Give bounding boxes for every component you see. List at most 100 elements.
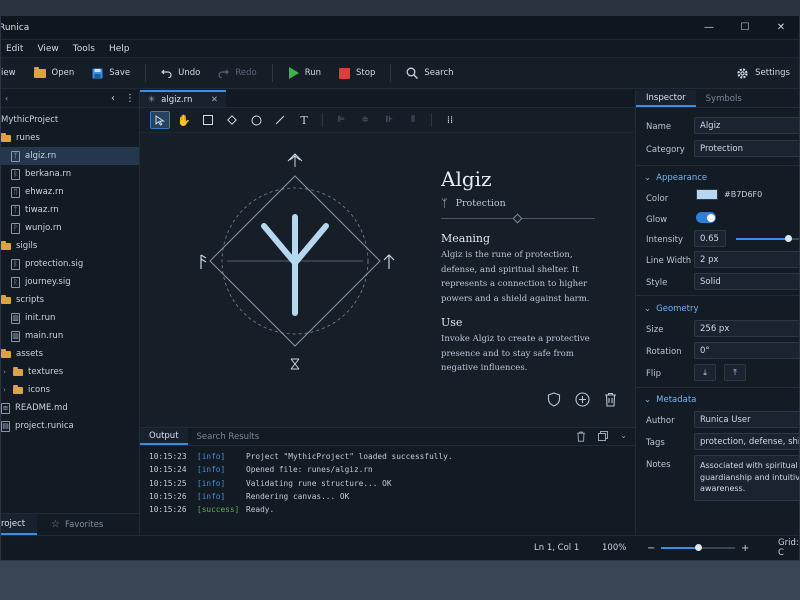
align-left-tool[interactable]: ⊫	[331, 111, 351, 129]
tree-item-label: main.run	[25, 331, 64, 341]
minimize-button[interactable]: —	[691, 16, 727, 40]
tree-file[interactable]: ▥ main.run	[1, 327, 139, 345]
menu-view[interactable]: View	[30, 44, 65, 54]
tree-file[interactable]: ᛒ berkana.rn	[1, 165, 139, 183]
distribute-tool[interactable]: ⫴	[403, 111, 423, 129]
chevron-down-icon: ⌄	[644, 173, 652, 183]
settings-button[interactable]: Settings	[727, 58, 799, 88]
notes-field[interactable]: Associated with spiritual guardianship a…	[694, 455, 799, 501]
tree-file[interactable]: ≡ README.md	[1, 399, 139, 417]
zoom-slider[interactable]	[661, 544, 735, 551]
zoom-out-icon[interactable]: −	[647, 543, 655, 554]
select-tool[interactable]	[150, 111, 170, 129]
chevron-down-icon[interactable]: ⌄	[620, 431, 627, 442]
tree-folder[interactable]: runes	[1, 129, 139, 147]
file-icon: ▥	[11, 330, 20, 342]
tree-file[interactable]: ▥ init.run	[1, 309, 139, 327]
align-center-tool[interactable]: ≑	[355, 111, 375, 129]
algiz-rune-drawing[interactable]	[195, 151, 395, 381]
intensity-field[interactable]: 0.65	[694, 230, 726, 247]
new-button[interactable]: iew	[1, 58, 25, 88]
geometry-section-header[interactable]: ⌄ Geometry	[644, 304, 699, 314]
search-button[interactable]: Search	[397, 58, 462, 88]
tree-folder[interactable]: assets	[1, 345, 139, 363]
trash-icon[interactable]	[604, 392, 617, 407]
rectangle-tool[interactable]	[198, 111, 218, 129]
save-button[interactable]: Save	[83, 58, 139, 88]
open-button[interactable]: Open	[25, 58, 84, 88]
category-select[interactable]: Protection	[694, 140, 799, 157]
new-label: iew	[1, 68, 16, 78]
flip-vertical-button[interactable]: ⤓	[694, 364, 716, 381]
text-tool[interactable]: T	[294, 111, 314, 129]
zoom-knob[interactable]	[694, 544, 702, 551]
grid-tool[interactable]: ⁞⁞	[440, 111, 460, 129]
redo-button[interactable]: Redo	[209, 58, 265, 88]
rotation-field[interactable]: 0°	[694, 342, 799, 359]
line-tool[interactable]	[270, 111, 290, 129]
tab-search-results[interactable]: Search Results	[188, 428, 269, 445]
menu-help[interactable]: Help	[102, 44, 137, 54]
align-right-tool[interactable]: ⊪	[379, 111, 399, 129]
undo-button[interactable]: Undo	[152, 58, 209, 88]
size-field[interactable]: 256 px	[694, 320, 799, 337]
shield-icon[interactable]	[547, 392, 561, 407]
tree-item-label: berkana.rn	[25, 169, 72, 179]
run-button[interactable]: Run	[279, 58, 330, 88]
meaning-text: Algiz is the rune of protection, defense…	[441, 250, 590, 304]
tree-file[interactable]: ᚹ wunjo.rn	[1, 219, 139, 237]
tags-field[interactable]: protection, defense, shield	[694, 433, 799, 450]
appearance-section-header[interactable]: ⌄ Appearance	[644, 173, 707, 183]
tree-file[interactable]: ▤ project.runica	[1, 417, 139, 435]
chevron-left-icon[interactable]: ‹	[111, 93, 115, 104]
intensity-slider[interactable]	[736, 235, 799, 242]
menu-tools[interactable]: Tools	[66, 44, 102, 54]
copy-icon[interactable]	[598, 431, 609, 441]
tree-file[interactable]: ᛖ ehwaz.rn	[1, 183, 139, 201]
project-root[interactable]: MythicProject	[1, 111, 139, 129]
sidebar-collapse-icon[interactable]: ‹	[5, 94, 8, 103]
tree-file[interactable]: ᛏ tiwaz.rn	[1, 201, 139, 219]
play-icon	[288, 67, 299, 79]
zoom-in-icon[interactable]: +	[741, 543, 749, 554]
rune-canvas[interactable]: Algiz ᛉ Protection Meaning Algiz is the …	[140, 133, 635, 428]
maximize-button[interactable]: ☐	[727, 16, 763, 40]
stop-button[interactable]: Stop	[330, 58, 384, 88]
line-icon	[275, 115, 285, 125]
tree-file[interactable]: ᛉ algiz.rn	[1, 147, 139, 165]
tab-project-label: roject	[1, 518, 26, 529]
chevron-right-icon[interactable]: ›	[1, 368, 8, 376]
more-vertical-icon[interactable]: ⋮	[125, 93, 135, 104]
diamond-tool[interactable]	[222, 111, 242, 129]
color-picker[interactable]: #B7D6F0	[696, 189, 762, 200]
tree-file[interactable]: ᛒ protection.sig	[1, 255, 139, 273]
add-circle-icon[interactable]	[575, 392, 590, 407]
tab-favorites[interactable]: ☆ Favorites	[37, 514, 111, 535]
tab-output[interactable]: Output	[140, 428, 188, 445]
name-field[interactable]: Algiz	[694, 117, 799, 134]
chevron-right-icon[interactable]: ›	[1, 386, 8, 394]
clear-output-icon[interactable]	[576, 431, 586, 442]
pan-tool[interactable]: ✋	[174, 111, 194, 129]
intensity-knob[interactable]	[784, 235, 792, 242]
tab-algiz[interactable]: ✳ algiz.rn ✕	[140, 90, 226, 107]
tree-folder[interactable]: sigils	[1, 237, 139, 255]
metadata-section-header[interactable]: ⌄ Metadata	[644, 395, 696, 405]
close-window-button[interactable]: ✕	[763, 16, 799, 40]
close-tab-icon[interactable]: ✕	[211, 95, 218, 105]
tab-project[interactable]: roject	[1, 514, 37, 535]
circle-tool[interactable]	[246, 111, 266, 129]
style-select[interactable]: Solid	[694, 273, 799, 290]
color-value: #B7D6F0	[724, 190, 763, 199]
flip-horizontal-button[interactable]: ⤒	[724, 364, 746, 381]
author-field[interactable]: Runica User	[694, 411, 799, 428]
tree-file[interactable]: ᚱ journey.sig	[1, 273, 139, 291]
menu-edit[interactable]: Edit	[1, 44, 30, 54]
tree-folder[interactable]: › textures	[1, 363, 139, 381]
tree-folder[interactable]: › icons	[1, 381, 139, 399]
tree-folder[interactable]: scripts	[1, 291, 139, 309]
line-width-field[interactable]: 2 px	[694, 251, 799, 268]
tab-inspector[interactable]: Inspector	[636, 90, 696, 107]
tab-symbols[interactable]: Symbols	[696, 90, 752, 107]
glow-toggle[interactable]	[696, 212, 716, 223]
